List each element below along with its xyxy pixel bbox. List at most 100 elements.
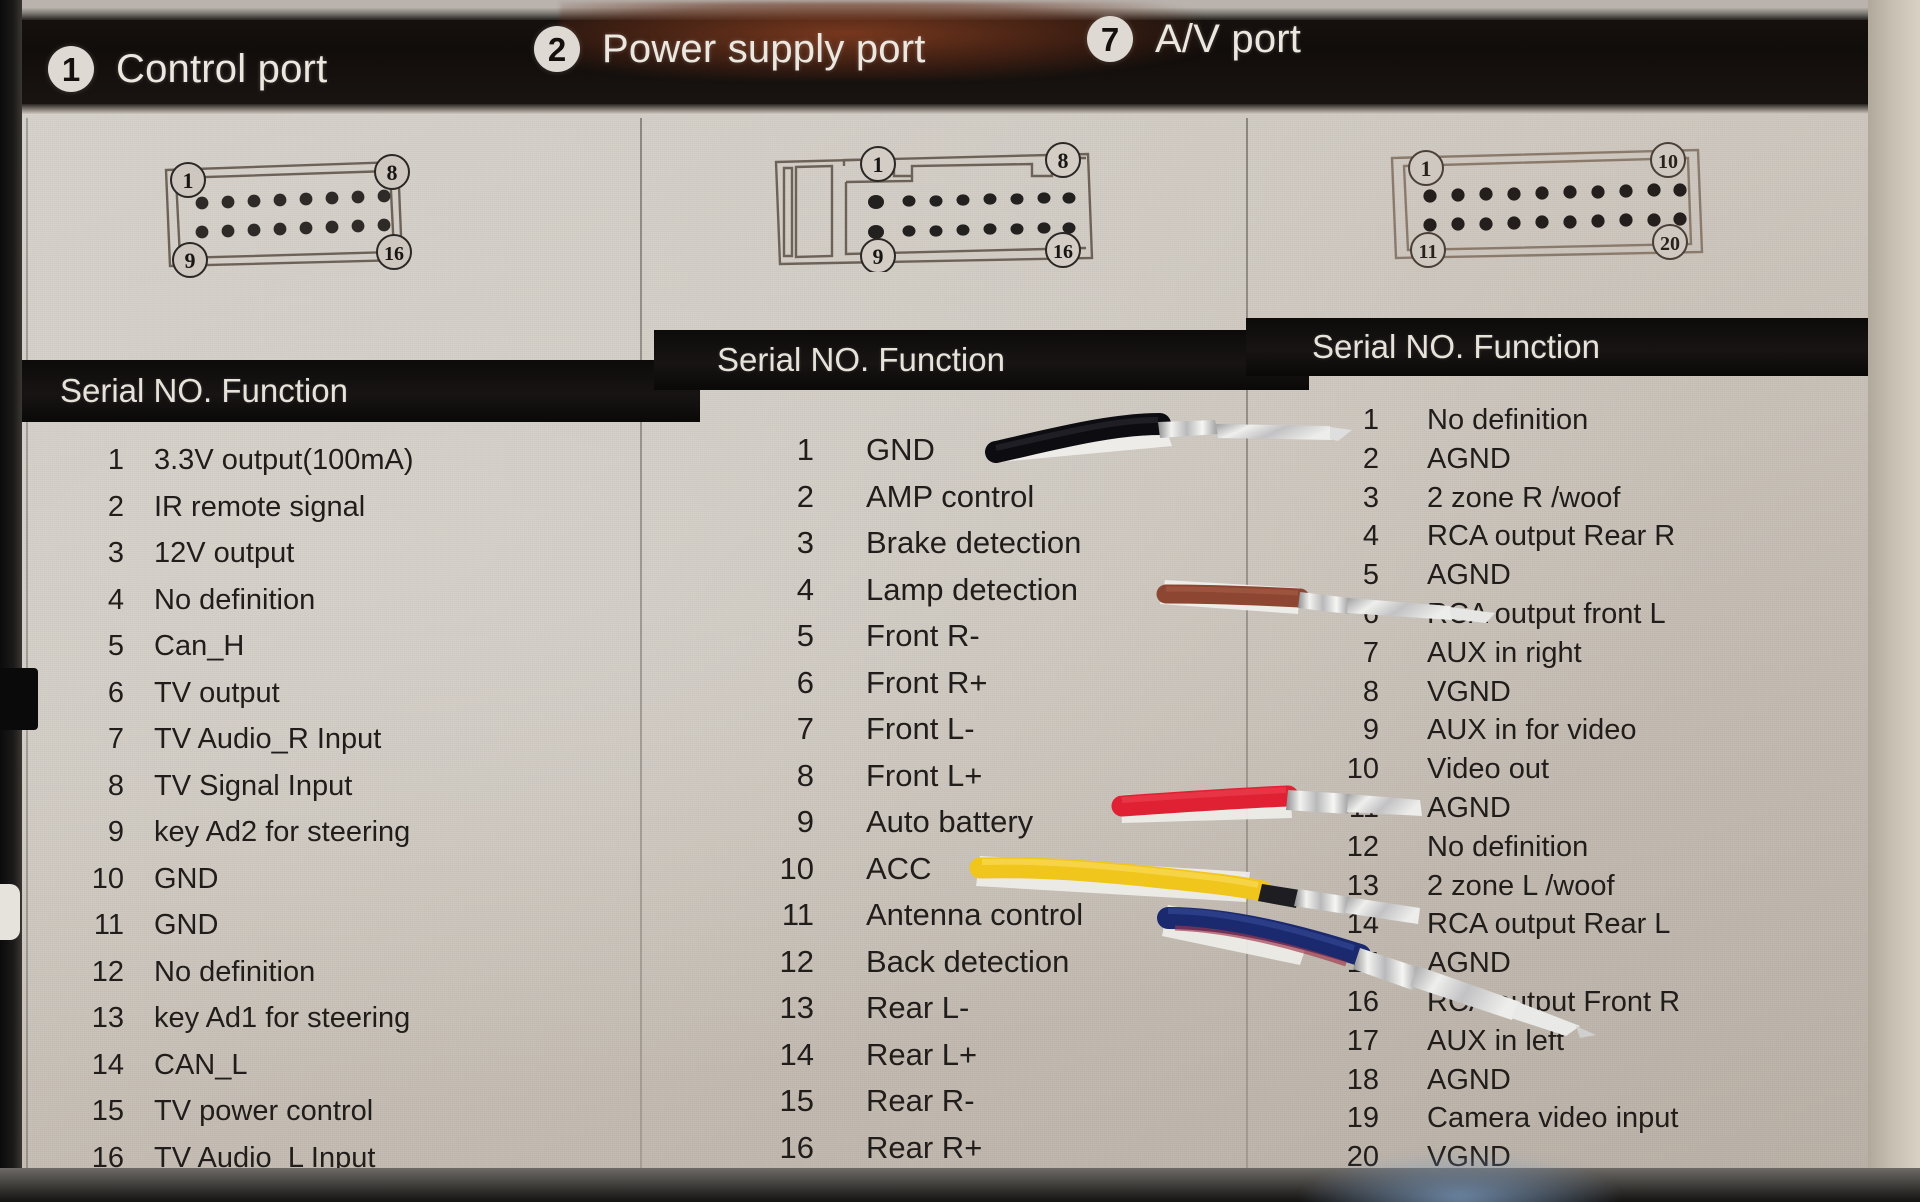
table-row: 18 AGND: [1335, 1064, 1680, 1103]
pin-number: 3: [796, 525, 814, 560]
pin-number: 11: [1348, 791, 1379, 824]
pin-function: key Ad2 for steering: [154, 816, 411, 848]
pin-function: IR remote signal: [154, 490, 366, 523]
table-row: 10 GND: [78, 863, 414, 910]
svg-text:1: 1: [873, 152, 884, 177]
table-row: 4 No definition: [78, 584, 414, 631]
table-row: 16 RCA output Front R: [1335, 986, 1680, 1025]
pin-function: AGND: [1427, 442, 1511, 475]
pin-function: GND: [866, 432, 935, 467]
table-row: 5 Front R-: [770, 618, 1083, 665]
pin-number: 1: [107, 444, 124, 476]
svg-text:1: 1: [183, 168, 194, 193]
pin-number: 9: [107, 816, 124, 848]
pin-number: 9: [796, 804, 814, 839]
header-label: A/V port: [1155, 16, 1302, 61]
pin-function: RCA output front L: [1427, 597, 1666, 630]
pin-function: No definition: [154, 955, 316, 988]
pin-function: AUX in left: [1427, 1024, 1564, 1057]
pin-function: RCA output Rear L: [1427, 908, 1671, 941]
table-row: 1 No definition: [1335, 404, 1680, 443]
pin-number: 10: [779, 850, 814, 886]
table-row: 11 AGND: [1335, 792, 1680, 831]
pin-number: 14: [1346, 908, 1379, 941]
pin-table-control-port: 1 3.3V output(100mA) 2 IR remote signal 31…: [78, 444, 414, 1188]
table-row: 8 Front L+: [770, 758, 1083, 805]
svg-text:20: 20: [1660, 233, 1680, 255]
pin-function: Can_H: [154, 630, 245, 662]
pin-function: AUX in right: [1427, 636, 1582, 669]
table-row: 12 No definition: [1335, 831, 1680, 870]
pin-number: 15: [91, 1095, 124, 1127]
pin-number: 18: [1346, 1063, 1379, 1096]
table-row: 19 Camera video input: [1335, 1102, 1680, 1141]
pin-table-av-port: 1 No definition 2 AGND 3 2 zone R /woof 4 RC…: [1335, 404, 1680, 1180]
left-black-tab: [0, 668, 38, 730]
pin-function: AGND: [1427, 947, 1511, 980]
pin-number: 13: [779, 990, 814, 1025]
pin-function: CAN_L: [154, 1048, 248, 1081]
pin-function: 2 zone R /woof: [1427, 481, 1621, 514]
header-bottom-edge: [0, 104, 1920, 114]
table-row: 13 Rear L-: [770, 990, 1083, 1037]
pin-number: 13: [1346, 869, 1379, 902]
circled-number-icon: 2: [534, 26, 580, 72]
pin-number: 3: [1362, 481, 1379, 514]
pin-function: Brake detection: [866, 525, 1082, 560]
pin-function: RCA output Front R: [1427, 985, 1681, 1018]
table-row: 14 RCA output Rear L: [1335, 908, 1680, 947]
table-row: 8 VGND: [1335, 676, 1680, 715]
table-row: 17 AUX in left: [1335, 1025, 1680, 1064]
table-row: 11 GND: [78, 909, 414, 956]
svg-text:8: 8: [387, 160, 398, 185]
table-row: 15 Rear R-: [770, 1083, 1083, 1130]
pin-number: 11: [781, 897, 814, 932]
pin-function: 12V output: [154, 537, 295, 569]
pin-function: Rear R+: [866, 1129, 983, 1165]
table-row: 2 IR remote signal: [78, 491, 414, 538]
table-row: 12 Back detection: [770, 944, 1083, 991]
table-row: 4 Lamp detection: [770, 572, 1083, 619]
pin-function: VGND: [1427, 675, 1511, 708]
svg-text:9: 9: [873, 244, 884, 269]
table-row: 3 12V output: [78, 537, 414, 584]
table-row: 6 RCA output front L: [1335, 598, 1680, 637]
pin-function: No definition: [154, 583, 316, 616]
pin-number: 4: [796, 571, 814, 607]
pin-number: 12: [779, 943, 814, 979]
pin-number: 6: [107, 676, 124, 709]
wiring-diagram-photo: 1 Control port 2 Power supply port 7 A/V…: [0, 0, 1920, 1202]
table-row: 6 Front R+: [770, 665, 1083, 712]
pin-number: 10: [91, 862, 124, 895]
table-row: 2 AGND: [1335, 443, 1680, 482]
left-white-nub: [0, 884, 20, 940]
pin-number: 13: [91, 1002, 124, 1034]
pin-number: 10: [1346, 753, 1379, 786]
pin-number: 5: [796, 618, 814, 653]
column-separator-2: [1246, 118, 1248, 1178]
photo-edge-left: [0, 0, 22, 1202]
pin-number: 8: [1362, 675, 1379, 708]
pin-number: 1: [796, 432, 814, 467]
pin-function: Rear L-: [866, 990, 970, 1025]
pin-function: Front L+: [866, 757, 983, 793]
svg-text:16: 16: [384, 243, 404, 265]
table-row: 1 3.3V output(100mA): [78, 444, 414, 491]
pin-number: 11: [93, 909, 124, 941]
table-row: 10 ACC: [770, 851, 1083, 898]
table-row: 1 GND: [770, 432, 1083, 479]
pin-number: 5: [1362, 559, 1379, 592]
circled-number-icon: 1: [48, 46, 94, 92]
table-row: 9 Auto battery: [770, 804, 1083, 851]
pin-function: ACC: [866, 850, 932, 886]
table-row: 15 TV power control: [78, 1095, 414, 1142]
table-row: 4 RCA output Rear R: [1335, 520, 1680, 559]
pin-function: Rear L+: [866, 1036, 978, 1072]
pin-function: Camera video input: [1427, 1102, 1679, 1135]
pin-function: AUX in for video: [1427, 714, 1637, 747]
pin-function: AGND: [1427, 559, 1511, 592]
pin-function: Front L-: [866, 711, 975, 746]
table-header-bar-control-port: Serial NO. Function: [14, 360, 700, 422]
pin-function: Auto battery: [866, 804, 1034, 839]
table-row: 5 Can_H: [78, 630, 414, 677]
